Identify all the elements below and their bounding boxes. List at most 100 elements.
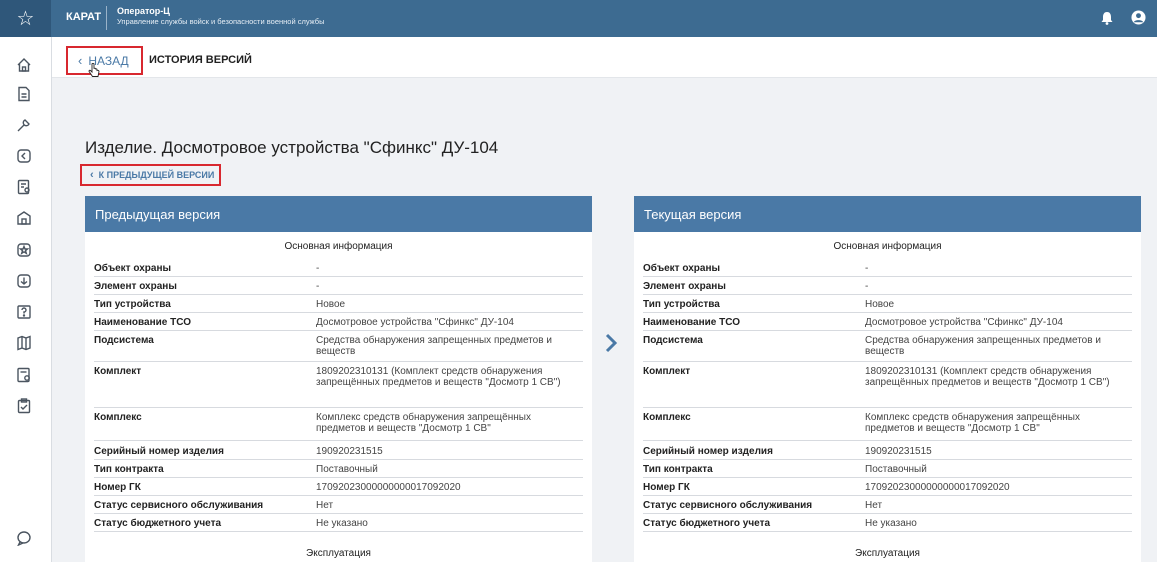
chat-icon[interactable] <box>13 527 35 549</box>
table-row: Наименование ТСО Досмотровое устройства "… <box>94 317 583 331</box>
field-value: - <box>865 263 869 274</box>
field-value: Новое <box>865 299 895 310</box>
field-label: Наименование ТСО <box>94 317 192 328</box>
field-label: Комплекс <box>94 412 142 423</box>
chevron-right-icon <box>604 333 618 358</box>
section-title: Основная информация <box>284 241 393 252</box>
operator-label: Оператор-Ц <box>117 6 170 16</box>
table-row: Комплекс Комплекс средств обнаружения зап… <box>643 412 1132 441</box>
bell-icon[interactable] <box>1101 11 1113 30</box>
chevron-left-icon: ‹ <box>78 53 83 68</box>
panel-header: Предыдущая версия <box>85 196 592 232</box>
field-value: Средства обнаружения запрещенных предмет… <box>865 335 1101 357</box>
field-value: Новое <box>316 299 346 310</box>
field-value: 190920231515 <box>865 446 932 457</box>
field-label: Статус сервисного обслуживания <box>94 500 264 511</box>
brand-label[interactable]: КАРАТ <box>66 11 101 23</box>
field-label: Тип контракта <box>94 464 164 475</box>
field-value: 1809202310131 (Комплект средств обнаруже… <box>316 366 561 388</box>
page-title: Изделие. Досмотровое устройства "Сфинкс"… <box>85 138 499 157</box>
table-row: Комплект 1809202310131 (Комплект средств … <box>94 366 583 408</box>
top-bar: ☆ КАРАТ Оператор-Ц Управление службы вой… <box>0 0 1157 37</box>
field-value: Средства обнаружения запрещенных предмет… <box>316 335 552 357</box>
field-label: Объект охраны <box>94 263 172 274</box>
download-icon[interactable] <box>13 270 35 292</box>
field-label: Комплекс <box>643 412 691 423</box>
current-version-panel: Текущая версия Основная информация Объек… <box>634 196 1141 562</box>
field-label: Номер ГК <box>643 482 690 493</box>
previous-version-link[interactable]: ‹ К ПРЕДЫДУЩЕЙ ВЕРСИИ <box>80 164 221 186</box>
field-value: Комплекс средств обнаружения запрещённых… <box>316 412 531 434</box>
field-value: Не указано <box>865 518 917 529</box>
field-label: Объект охраны <box>643 263 721 274</box>
field-value: 17092023000000000017092020 <box>865 482 1010 493</box>
table-row: Серийный номер изделия 190920231515 <box>94 446 583 460</box>
home-icon[interactable] <box>13 54 35 76</box>
wrench-icon[interactable] <box>13 114 35 136</box>
table-row: Статус бюджетного учета Не указано <box>643 518 1132 532</box>
field-label: Наименование ТСО <box>643 317 741 328</box>
previous-version-label: К ПРЕДЫДУЩЕЙ ВЕРСИИ <box>98 170 215 180</box>
field-value: - <box>316 281 320 292</box>
field-label: Статус бюджетного учета <box>643 518 771 529</box>
section-title: Эксплуатация <box>306 548 371 559</box>
back-button[interactable]: ‹ НАЗАД <box>66 46 143 75</box>
table-row: Подсистема Средства обнаружения запрещенн… <box>643 335 1132 362</box>
table-row: Тип устройства Новое <box>643 299 1132 313</box>
section-title: Эксплуатация <box>855 548 920 559</box>
field-label: Комплект <box>94 366 142 377</box>
field-label: Подсистема <box>94 335 154 346</box>
field-label: Тип устройства <box>643 299 720 310</box>
star-icon[interactable]: ☆ <box>0 0 51 37</box>
field-label: Комплект <box>643 366 691 377</box>
table-row: Статус сервисного обслуживания Нет <box>643 500 1132 514</box>
field-label: Элемент охраны <box>94 281 177 292</box>
field-value: Нет <box>865 500 883 511</box>
clipboard-user-icon[interactable] <box>13 176 35 198</box>
table-row: Статус сервисного обслуживания Нет <box>94 500 583 514</box>
table-row: Элемент охраны - <box>94 281 583 295</box>
table-row: Комплекс Комплекс средств обнаружения зап… <box>94 412 583 441</box>
document-icon[interactable] <box>13 83 35 105</box>
table-row: Элемент охраны - <box>643 281 1132 295</box>
user-icon[interactable] <box>1131 10 1146 30</box>
table-row: Объект охраны - <box>94 263 583 277</box>
field-label: Тип устройства <box>94 299 171 310</box>
panel-header: Текущая версия <box>634 196 1141 232</box>
section-title: Основная информация <box>833 241 942 252</box>
org-subtitle: Управление службы войск и безопасности в… <box>117 17 325 26</box>
table-row: Объект охраны - <box>643 263 1132 277</box>
field-label: Серийный номер изделия <box>94 446 224 457</box>
sidebar <box>0 37 52 562</box>
building-icon[interactable] <box>13 207 35 229</box>
table-row: Тип устройства Новое <box>94 299 583 313</box>
field-label: Номер ГК <box>94 482 141 493</box>
field-label: Элемент охраны <box>643 281 726 292</box>
table-row: Номер ГК 17092023000000000017092020 <box>643 482 1132 496</box>
clipboard-check-icon[interactable] <box>13 395 35 417</box>
table-row: Комплект 1809202310131 (Комплект средств … <box>643 366 1132 408</box>
map-icon[interactable] <box>13 332 35 354</box>
triangle-badge-icon[interactable] <box>13 145 35 167</box>
version-history-title: ИСТОРИЯ ВЕРСИЙ <box>149 54 252 66</box>
field-label: Статус бюджетного учета <box>94 518 222 529</box>
field-value: Досмотровое устройства "Сфинкс" ДУ-104 <box>316 317 514 328</box>
field-value: 190920231515 <box>316 446 383 457</box>
table-row: Подсистема Средства обнаружения запрещенн… <box>94 335 583 362</box>
table-row: Тип контракта Поставочный <box>643 464 1132 478</box>
table-row: Наименование ТСО Досмотровое устройства "… <box>643 317 1132 331</box>
field-value: 1809202310131 (Комплект средств обнаруже… <box>865 366 1110 388</box>
field-value: 17092023000000000017092020 <box>316 482 461 493</box>
field-label: Подсистема <box>643 335 703 346</box>
table-row: Статус бюджетного учета Не указано <box>94 518 583 532</box>
star-badge-icon[interactable] <box>13 239 35 261</box>
field-value: Нет <box>316 500 334 511</box>
table-row: Серийный номер изделия 190920231515 <box>643 446 1132 460</box>
field-value: Комплекс средств обнаружения запрещённых… <box>865 412 1080 434</box>
field-label: Серийный номер изделия <box>643 446 773 457</box>
settings-doc-icon[interactable] <box>13 364 35 386</box>
table-row: Тип контракта Поставочный <box>94 464 583 478</box>
question-doc-icon[interactable] <box>13 301 35 323</box>
field-value: Поставочный <box>316 464 378 475</box>
field-label: Тип контракта <box>643 464 713 475</box>
